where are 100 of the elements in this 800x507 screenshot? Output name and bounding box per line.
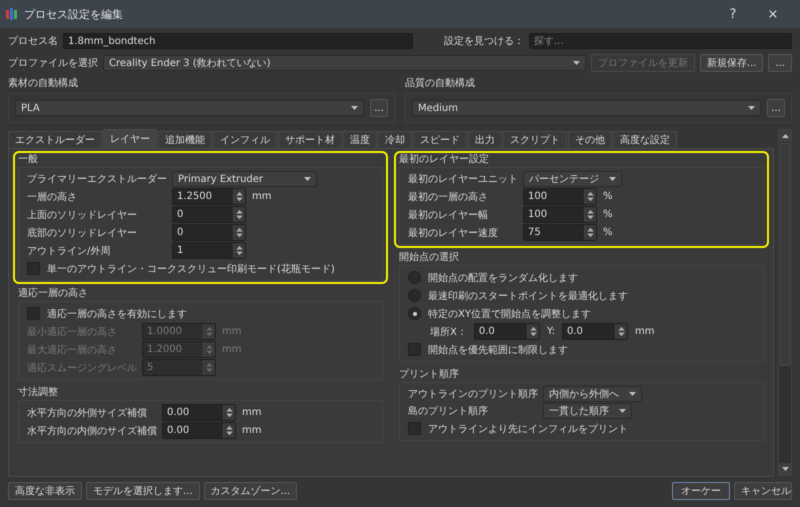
tab[interactable]: 温度	[343, 131, 377, 148]
footer-button[interactable]: カスタムゾーン...	[204, 482, 298, 500]
tab[interactable]: インフィル	[213, 131, 277, 148]
field-label: 上面のソリッドレイヤー	[27, 208, 138, 222]
spinner-icon	[233, 189, 245, 204]
spin-field[interactable]: 0.0	[474, 323, 540, 340]
checkbox[interactable]	[408, 343, 421, 356]
caret-icon	[609, 177, 616, 181]
scrollbar[interactable]	[778, 129, 792, 476]
auto-config-label: 素材の自動構成	[8, 76, 79, 90]
footer-button[interactable]: モデルを選択します...	[86, 482, 200, 500]
group-title: 一般	[18, 154, 38, 166]
tab[interactable]: サポート材	[278, 131, 342, 148]
spin-field[interactable]: 100	[523, 188, 597, 205]
tab[interactable]: スクリプト	[503, 131, 567, 148]
unit-label: %	[603, 191, 613, 202]
search-field[interactable]: 探す...	[529, 33, 792, 49]
spinner-icon	[223, 405, 235, 420]
spin-field[interactable]: 0.00	[162, 404, 236, 421]
auto-config-label: 品質の自動構成	[405, 76, 476, 90]
cancel-button[interactable]: キャンセル	[734, 482, 792, 500]
caret-icon	[748, 106, 755, 110]
spinner-icon	[223, 423, 235, 438]
find-setting-label: 設定を見つける：	[444, 34, 524, 48]
checkbox[interactable]	[27, 262, 40, 275]
footer-button[interactable]: 高度な非表示	[8, 482, 82, 500]
field-label: アウトライン/外周	[27, 244, 112, 258]
unit-label: mm	[635, 326, 654, 337]
app-icon	[6, 7, 18, 21]
preset-dropdown[interactable]: Medium	[412, 100, 761, 116]
unit-label: mm	[242, 407, 262, 418]
process-name-field[interactable]: 1.8mm_bondtech	[63, 33, 413, 49]
radio-label: 特定のXY位置で開始点を調整します	[428, 308, 591, 320]
spin-field[interactable]: 0	[172, 206, 246, 223]
more-button[interactable]: ...	[370, 99, 388, 117]
spin-field[interactable]: 0	[172, 224, 246, 241]
spinner-icon	[233, 207, 245, 222]
unit-label: %	[603, 209, 613, 220]
radio-button[interactable]	[408, 271, 421, 284]
radio-label: 開始点の配置をランダム化します	[428, 272, 578, 284]
dropdown[interactable]: Primary Extruder	[172, 171, 317, 187]
radio-button[interactable]	[408, 289, 421, 302]
field-label: 適応スムージングレベル	[27, 362, 137, 374]
tab[interactable]: 冷却	[378, 131, 412, 148]
more-button[interactable]: ...	[767, 99, 785, 117]
unit-label: mm	[222, 326, 242, 337]
group-title: 開始点の選択	[399, 252, 459, 264]
tab[interactable]: レイヤー	[103, 129, 157, 148]
y-label: Y:	[546, 326, 556, 337]
field-label: 島のプリント順序	[408, 404, 489, 418]
tab[interactable]: エクストルーダー	[8, 131, 102, 148]
tab[interactable]: スピード	[413, 131, 467, 148]
caret-icon	[629, 392, 636, 396]
spin-field[interactable]: 1	[172, 242, 246, 259]
dropdown[interactable]: パーセンテージ	[523, 171, 622, 187]
tab[interactable]: 出力	[468, 131, 502, 148]
group-title: 最初のレイヤー設定	[399, 154, 489, 166]
spinner-icon	[203, 324, 215, 339]
close-button[interactable]: ×	[756, 6, 790, 22]
tab[interactable]: 追加機能	[158, 131, 212, 148]
field-label: 最小適応一層の高さ	[27, 326, 118, 338]
ok-button[interactable]: オーケー	[672, 482, 730, 500]
help-button[interactable]: ?	[716, 6, 750, 22]
checkbox-label: 適応一層の高さを有効にします	[47, 308, 187, 320]
spin-field[interactable]: 100	[523, 206, 597, 223]
tab[interactable]: 高度な設定	[613, 131, 677, 148]
caret-icon	[351, 106, 358, 110]
profile-dropdown[interactable]: Creality Ender 3 (救われていない)	[103, 55, 586, 71]
radio-button[interactable]	[408, 307, 421, 320]
caret-icon	[304, 177, 311, 181]
spinner-icon	[584, 207, 596, 222]
spinner-icon	[584, 189, 596, 204]
group-title: プリント順序	[399, 369, 459, 381]
scroll-up-icon[interactable]	[782, 134, 788, 138]
scroll-down-icon[interactable]	[782, 467, 788, 471]
tab[interactable]: その他	[568, 131, 612, 148]
dropdown[interactable]: 一貫した順序	[543, 403, 632, 419]
profile-label: プロファイルを選択	[8, 56, 98, 70]
radio-label: 最速印刷のスタートポイントを最適化します	[428, 290, 628, 302]
checkbox[interactable]	[408, 422, 421, 435]
spin-field[interactable]: 1.2500	[172, 188, 246, 205]
spin-field[interactable]: 0.0	[562, 323, 628, 340]
group-title: 寸法調整	[18, 387, 58, 399]
spin-field[interactable]: 75	[523, 224, 597, 241]
dropdown[interactable]: 内側から外側へ	[543, 386, 642, 402]
process-name-label: プロセス名	[8, 34, 58, 48]
spinner-icon	[615, 324, 628, 339]
profile-button[interactable]: ...	[768, 54, 792, 72]
spinner-icon	[526, 324, 539, 339]
checkbox-label: 単一のアウトライン・コークスクリュー印刷モード(花瓶モード)	[47, 262, 335, 276]
checkbox[interactable]	[27, 307, 40, 320]
field-label: 最初のレイヤーユニット	[408, 172, 518, 186]
spinner-icon	[203, 360, 215, 375]
field-label: 最初のレイヤー速度	[408, 226, 499, 240]
preset-dropdown[interactable]: PLA	[15, 100, 364, 116]
checkbox-label: 開始点を優先範囲に制限します	[428, 344, 568, 356]
spin-field[interactable]: 0.00	[162, 422, 236, 439]
window-title: プロセス設定を編集	[24, 6, 123, 22]
profile-button[interactable]: 新規保存...	[700, 54, 764, 72]
spinner-icon	[203, 342, 215, 357]
